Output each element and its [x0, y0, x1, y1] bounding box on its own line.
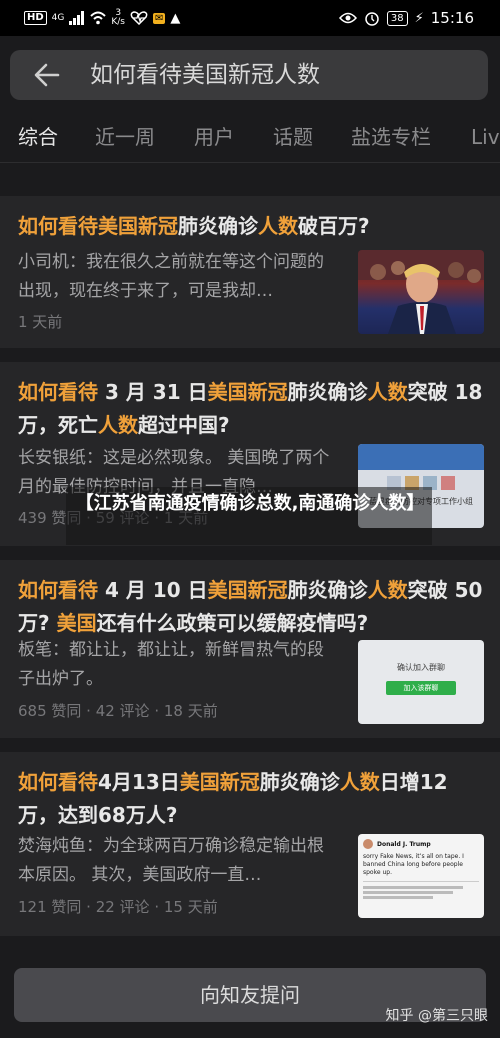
warning-icon: ▲: [170, 10, 181, 26]
item-meta: 685 赞同 · 42 评论 · 18 天前: [18, 702, 218, 720]
tab-all[interactable]: 综合: [18, 123, 58, 151]
title-text: 4月13日: [98, 770, 180, 794]
highlight-keyword: 美国新冠: [207, 380, 288, 404]
highlight-keyword: 如何看待: [18, 380, 98, 404]
search-input[interactable]: 如何看待美国新冠人数: [90, 60, 320, 90]
title-text: 肺炎确诊: [259, 770, 340, 794]
highlight-keyword: 美国: [56, 611, 97, 635]
avatar: [363, 839, 373, 849]
title-text: 还有什么政策可以缓解疫情吗?: [96, 611, 369, 635]
search-bar[interactable]: 如何看待美国新冠人数: [10, 50, 488, 100]
thumb-title: 确认加入群聊: [397, 663, 445, 672]
question-title[interactable]: 如何看待 4 月 10 日美国新冠肺炎确诊人数突破 50万? 美国还有什么政策可…: [18, 574, 486, 640]
title-text: 肺炎确诊: [287, 380, 368, 404]
back-arrow-icon[interactable]: [32, 60, 62, 90]
list-item[interactable]: 如何看待4月13日美国新冠肺炎确诊人数日增12万，达到68万人? 焚海炖鱼：为全…: [0, 752, 500, 936]
heartbeat-icon: [130, 11, 148, 25]
highlight-keyword: 人数: [98, 413, 138, 437]
hd-indicator: HD: [24, 11, 47, 25]
title-text: 肺炎确诊: [178, 214, 258, 238]
title-text: 破百万?: [298, 214, 370, 238]
highlight-keyword: 美国新冠: [207, 578, 288, 602]
tab-live[interactable]: Liv: [471, 123, 500, 151]
overlay-caption: 【江苏省南通疫情确诊总数,南通确诊人数】: [75, 493, 425, 514]
thumb-button: 加入该群聊: [386, 681, 456, 695]
tab-users[interactable]: 用户: [194, 123, 234, 151]
question-title[interactable]: 如何看待美国新冠肺炎确诊人数破百万?: [18, 210, 486, 243]
thumbnail-image: Donald J. Trump sorry Fake News, it’s al…: [358, 834, 484, 918]
divider: [0, 162, 500, 163]
tab-past-week[interactable]: 近一周: [95, 123, 155, 151]
tab-topics[interactable]: 话题: [273, 123, 313, 151]
highlight-keyword: 人数: [367, 578, 408, 602]
watermark: 知乎 @第三只眼: [385, 1008, 488, 1024]
highlight-keyword: 人数: [258, 214, 298, 238]
thumb-body: sorry Fake News, it’s all on tape. I ban…: [363, 853, 464, 876]
data-rate: 3 K/s: [111, 8, 125, 27]
title-text: 4 月 10 日: [98, 578, 208, 602]
title-text: 3 月 31 日: [98, 380, 208, 404]
list-item[interactable]: 如何看待美国新冠肺炎确诊人数破百万? 小司机：我在很久之前就在等这个问题的出现，…: [0, 196, 500, 348]
eye-icon: [338, 12, 357, 24]
charging-icon: ⚡: [414, 10, 424, 26]
highlight-keyword: 人数: [367, 380, 408, 404]
battery-icon: 38: [386, 10, 408, 26]
mail-icon: ✉: [153, 12, 166, 24]
answer-excerpt: 焚海炖鱼：为全球两百万确诊稳定输出根本原因。 其次，美国政府一直…: [18, 836, 324, 885]
highlight-keyword: 如何看待: [18, 770, 98, 794]
highlight-keyword: 如何看待: [18, 578, 98, 602]
thumbnail-image: 确认加入群聊 加入该群聊: [358, 640, 484, 724]
title-text: 超过中国?: [138, 413, 230, 437]
question-title[interactable]: 如何看待4月13日美国新冠肺炎确诊人数日增12万，达到68万人?: [18, 766, 486, 832]
tab-salt-columns[interactable]: 盐选专栏: [351, 123, 431, 151]
clock: 15:16: [430, 9, 474, 27]
title-text: 肺炎确诊: [287, 578, 368, 602]
answer-excerpt: 板笔：都让让，都让让，新鲜冒热气的段子出炉了。: [18, 640, 324, 689]
thumb-name: Donald J. Trump: [377, 840, 431, 848]
item-meta: 1 天前: [18, 313, 63, 331]
list-item[interactable]: 如何看待 4 月 10 日美国新冠肺炎确诊人数突破 50万? 美国还有什么政策可…: [0, 560, 500, 738]
network-type: 4G: [51, 13, 65, 23]
alarm-icon: [365, 12, 379, 26]
item-meta: 121 赞同 · 22 评论 · 15 天前: [18, 898, 218, 916]
highlight-keyword: 人数: [339, 770, 380, 794]
thumbnail-image: [358, 250, 484, 334]
wifi-icon: [90, 11, 107, 25]
filter-tabs: 综合 近一周 用户 话题 盐选专栏 Liv: [0, 115, 500, 161]
status-bar: HD 4G 3 K/s ✉ ▲ 38 ⚡ 15:16: [0, 0, 500, 36]
question-title[interactable]: 如何看待 3 月 31 日美国新冠肺炎确诊人数突破 18 万，死亡人数超过中国?: [18, 376, 486, 442]
signal-icon: [69, 11, 85, 25]
highlight-keyword: 如何看待美国新冠: [18, 214, 178, 238]
answer-excerpt: 小司机：我在很久之前就在等这个问题的出现，现在终于来了，可是我却…: [18, 252, 324, 301]
highlight-keyword: 美国新冠: [179, 770, 260, 794]
